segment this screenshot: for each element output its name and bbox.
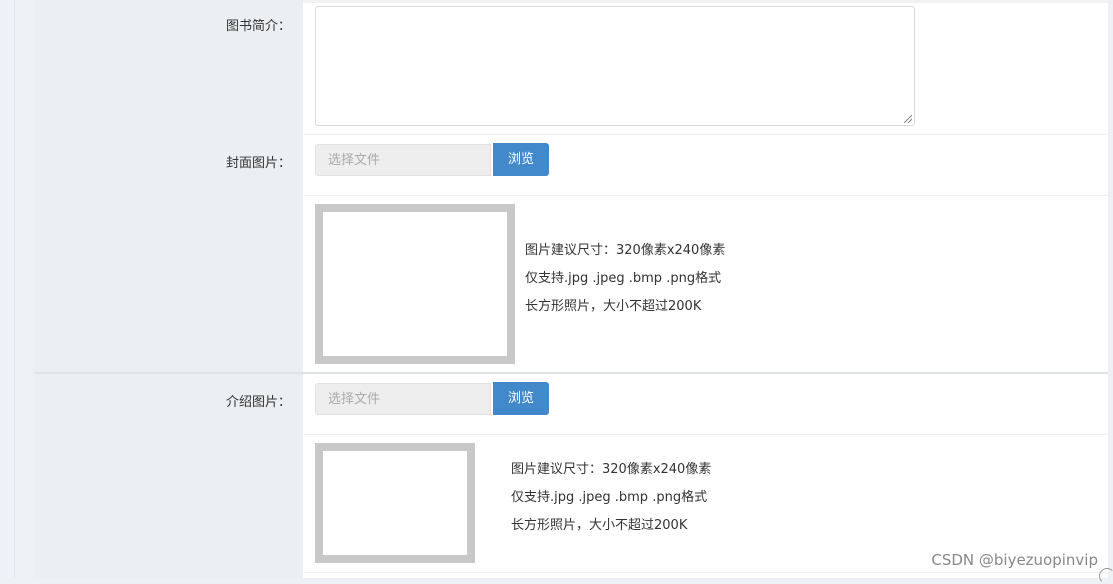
left-edge-strip [0,0,15,578]
detail-hint-limit: 长方形照片，大小不超过200K [511,518,688,533]
detail-hint-size: 图片建议尺寸：320像素x240像素 [511,462,712,477]
separator [304,134,1108,135]
detail-label: 介绍图片： [225,395,291,410]
detail-browse-button[interactable]: 浏览 [493,382,549,415]
cover-preview-image [315,204,515,364]
cover-hint-format: 仅支持.jpg .jpeg .bmp .png格式 [525,271,722,286]
separator [304,572,1108,573]
intro-label: 图书简介： [225,19,291,34]
intro-textarea[interactable] [315,6,915,126]
cover-label: 封面图片： [225,156,291,171]
detail-file-input[interactable]: 选择文件 [315,383,491,415]
cover-hint-size: 图片建议尺寸：320像素x240像素 [525,243,726,258]
detail-preview-image [315,443,475,563]
separator [304,195,1108,196]
cover-hint-limit: 长方形照片，大小不超过200K [525,299,702,314]
cover-browse-button[interactable]: 浏览 [493,143,549,176]
separator [304,434,1108,435]
cover-file-input[interactable]: 选择文件 [315,144,491,176]
corner-arc-icon [1099,568,1113,584]
resize-grip-icon[interactable] [904,115,912,123]
detail-hint-format: 仅支持.jpg .jpeg .bmp .png格式 [511,490,708,505]
row-divider [35,372,1108,374]
label-column [35,0,303,578]
csdn-watermark: CSDN @biyezuopinvip [931,551,1098,569]
form-panel: 图书简介： 封面图片： 选择文件 浏览 图片建议尺寸：320像素x240像素 仅… [35,0,1108,578]
